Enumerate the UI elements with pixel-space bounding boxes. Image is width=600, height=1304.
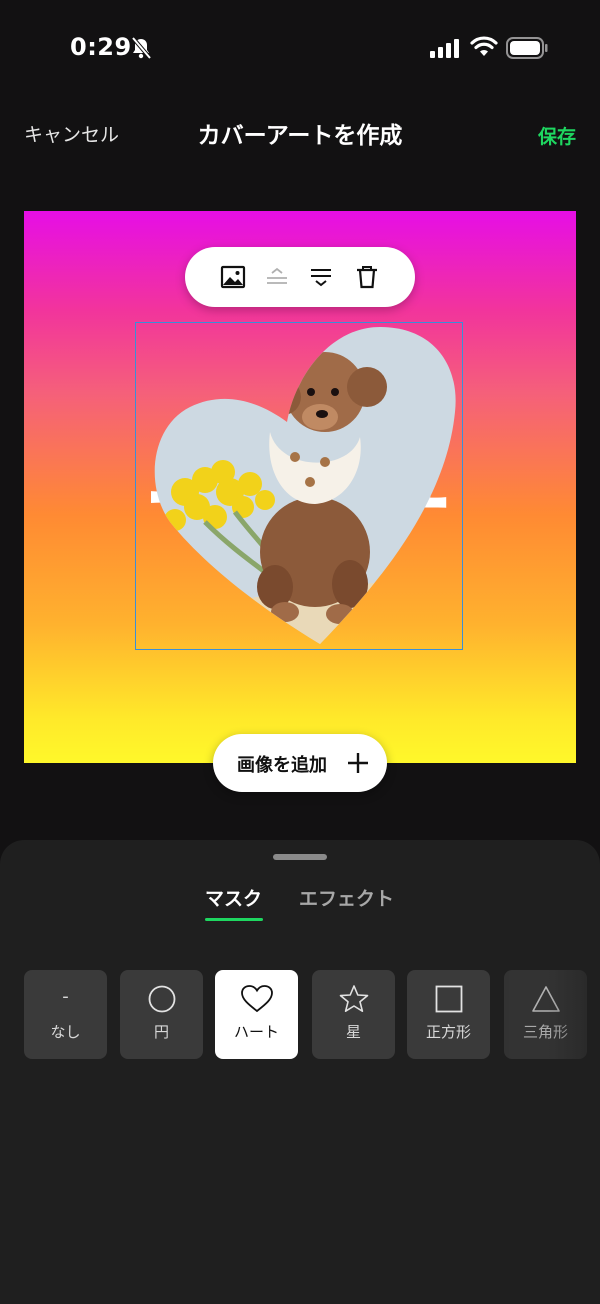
star-icon (339, 985, 368, 1012)
cellular-signal-icon (430, 39, 459, 58)
status-bar: 0:29 (0, 0, 600, 96)
mask-option-none[interactable]: - なし (24, 970, 107, 1059)
mask-option-label: ハート (233, 1023, 279, 1041)
add-image-label: 画像を追加 (237, 755, 327, 776)
mask-option-label: 円 (153, 1023, 169, 1041)
bring-forward-icon[interactable] (264, 264, 290, 290)
tab-mask[interactable]: マスク (205, 884, 262, 911)
scroll-fade (548, 950, 600, 1080)
sheet-grabber[interactable] (273, 854, 327, 860)
heart-icon (240, 985, 273, 1013)
status-time: 0:29 (70, 33, 132, 61)
mask-option-label: 星 (345, 1023, 361, 1041)
mask-option-heart[interactable]: ハート (215, 970, 298, 1059)
tab-effect[interactable]: エフェクト (299, 884, 394, 911)
bottom-sheet: マスク エフェクト - なし 円 ハート 星 正方形 三角形 (0, 840, 600, 1304)
image-icon[interactable] (220, 264, 246, 290)
heart-icon-wrap (215, 984, 298, 1014)
mask-option-label: なし (50, 1023, 81, 1041)
star-icon-wrap (312, 984, 395, 1014)
send-backward-icon[interactable] (308, 264, 334, 290)
mask-option-square[interactable]: 正方形 (407, 970, 490, 1059)
dash-icon: - (62, 986, 69, 1007)
wifi-icon (470, 36, 498, 56)
trash-icon[interactable] (354, 264, 380, 290)
selection-frame[interactable] (135, 322, 463, 650)
page-title: カバーアートを作成 (197, 123, 403, 149)
bell-muted-icon (131, 36, 152, 60)
add-image-button[interactable]: 画像を追加 (213, 734, 387, 792)
plus-icon (348, 753, 368, 773)
mask-option-label: 正方形 (425, 1023, 471, 1041)
image-toolbar (185, 247, 415, 307)
mask-option-circle[interactable]: 円 (120, 970, 203, 1059)
circle-icon (148, 985, 175, 1013)
active-tab-indicator (205, 918, 263, 921)
square-icon-wrap (407, 984, 490, 1014)
mask-option-star[interactable]: 星 (312, 970, 395, 1059)
battery-icon (506, 37, 548, 59)
square-icon (435, 985, 462, 1013)
circle-icon-wrap (120, 984, 203, 1014)
nav-bar: キャンセル カバーアートを作成 保存 (0, 100, 600, 164)
save-button[interactable]: 保存 (538, 122, 576, 149)
